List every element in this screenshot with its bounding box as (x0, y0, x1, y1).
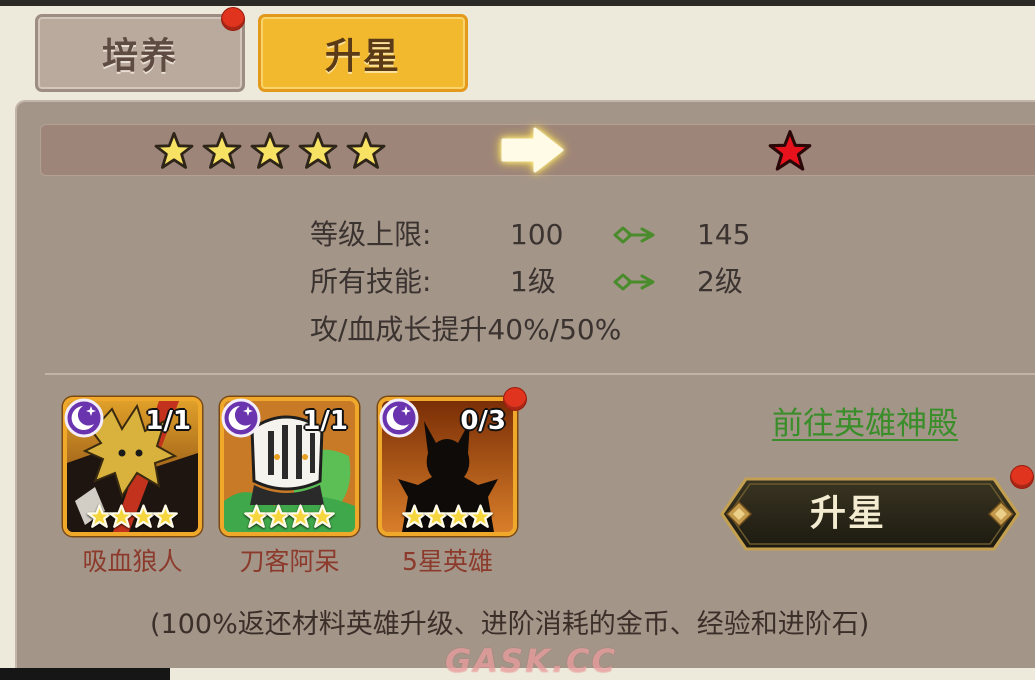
level-cap-current: 100 (510, 218, 564, 251)
current-star-icon (346, 132, 386, 169)
tab-star-up[interactable]: 升星 (258, 14, 468, 92)
star-up-button[interactable]: 升星 (720, 477, 1020, 552)
upgraded-star-icon (768, 130, 812, 171)
top-edge (0, 0, 1035, 6)
green-arrow-icon (613, 226, 655, 244)
level-cap-label: 等级上限: (310, 218, 432, 251)
material-count: 0/3 (460, 406, 506, 436)
card-star-icon (310, 504, 335, 528)
star-up-panel (15, 100, 1035, 668)
star-up-notification-dot (1011, 466, 1033, 488)
moon-icon (221, 398, 261, 438)
card-star-icon (153, 504, 178, 528)
material-star-rating (220, 504, 359, 529)
material-name: 5星英雄 (402, 547, 493, 576)
current-star-icon (250, 132, 290, 169)
material-card-swordsman[interactable]: 1/1 (220, 397, 359, 536)
skills-next: 2级 (697, 265, 743, 298)
star-up-button-label: 升星 (809, 493, 886, 534)
material-count: 1/1 (145, 406, 191, 436)
go-to-hero-temple-link[interactable]: 前往英雄神殿 (772, 405, 958, 443)
skills-label: 所有技能: (310, 265, 432, 298)
material-notification-dot (504, 388, 526, 410)
arrow-right-icon (501, 127, 564, 173)
material-star-rating (378, 504, 517, 529)
current-star-icon (202, 132, 242, 169)
tab-cultivate-notification-dot (222, 8, 244, 30)
material-card-five-star-hero[interactable]: 0/3 (378, 397, 517, 536)
growth-bonus-text: 攻/血成长提升40%/50% (310, 313, 622, 346)
divider (45, 373, 1035, 375)
watermark: GASK.CC (445, 642, 617, 680)
material-card-werewolf[interactable]: 1/1 (63, 397, 202, 536)
moon-icon (64, 398, 104, 438)
tab-star-up-label: 升星 (324, 36, 401, 77)
current-star-icon (154, 132, 194, 169)
refund-note: (100%返还材料英雄升级、进阶消耗的金币、经验和进阶石) (150, 609, 870, 640)
current-star-rating (154, 131, 386, 171)
moon-icon (379, 398, 419, 438)
material-star-rating (63, 504, 202, 529)
material-count: 1/1 (302, 406, 348, 436)
current-star-icon (298, 132, 338, 169)
tab-cultivate[interactable]: 培养 (35, 14, 245, 92)
material-name: 吸血狼人 (82, 547, 183, 576)
card-star-icon (468, 504, 493, 528)
tab-cultivate-label: 培养 (101, 36, 178, 77)
bottom-edge (0, 668, 170, 680)
next-star-rating (768, 129, 812, 173)
level-cap-next: 145 (697, 218, 751, 251)
green-arrow-icon (613, 273, 655, 291)
skills-current: 1级 (510, 265, 556, 298)
material-name: 刀客阿呆 (239, 547, 340, 576)
